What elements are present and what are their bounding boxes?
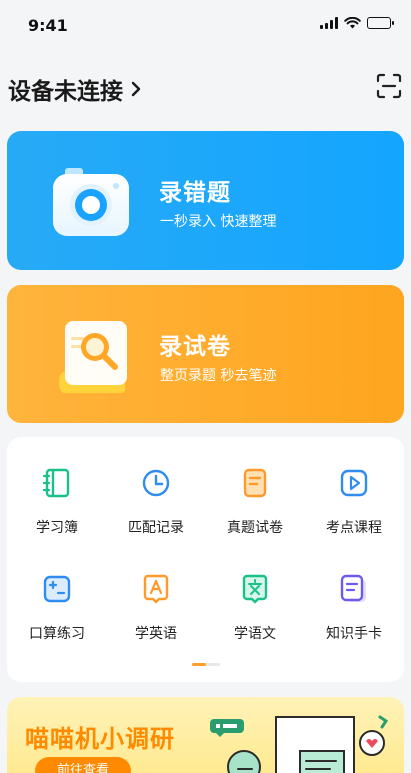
signal-icon bbox=[320, 17, 338, 29]
camera-icon bbox=[53, 168, 129, 236]
chevron-right-icon bbox=[131, 81, 141, 97]
grid-item-chinese[interactable]: 学语文 bbox=[210, 573, 300, 643]
calculator-icon bbox=[43, 575, 71, 603]
status-time: 9:41 bbox=[28, 16, 68, 35]
survey-banner[interactable]: 喵喵机小调研 前往查看 bbox=[7, 697, 404, 773]
grid-item-flashcards[interactable]: 知识手卡 bbox=[309, 573, 399, 643]
grid-item-english[interactable]: 学英语 bbox=[111, 573, 201, 643]
banner-cta-button[interactable]: 前往查看 bbox=[35, 757, 131, 773]
card-title: 录试卷 bbox=[159, 334, 231, 360]
grid-label: 口算练习 bbox=[29, 626, 85, 642]
english-icon bbox=[143, 574, 169, 604]
scan-icon[interactable] bbox=[375, 72, 403, 100]
grid-item-study-book[interactable]: 学习簿 bbox=[12, 467, 102, 537]
card-subtitle: 整页录题 秒去笔迹 bbox=[160, 368, 277, 384]
grid-item-mental-math[interactable]: 口算练习 bbox=[12, 573, 102, 643]
device-status-link[interactable]: 设备未连接 bbox=[8, 72, 143, 106]
grid-label: 知识手卡 bbox=[326, 626, 382, 642]
grid-label: 考点课程 bbox=[326, 520, 382, 536]
paper-icon bbox=[243, 468, 267, 498]
page-indicator-active bbox=[192, 663, 206, 666]
status-bar: 9:41 bbox=[0, 0, 411, 50]
clock-icon bbox=[142, 469, 170, 497]
flashcard-icon bbox=[340, 574, 366, 602]
banner-title: 喵喵机小调研 bbox=[25, 725, 175, 753]
record-paper-card[interactable]: 录试卷 整页录题 秒去笔迹 bbox=[7, 285, 404, 423]
grid-item-past-papers[interactable]: 真题试卷 bbox=[210, 467, 300, 537]
grid-label: 学英语 bbox=[135, 626, 177, 642]
survey-illustration bbox=[210, 715, 389, 773]
wifi-icon bbox=[344, 17, 361, 29]
function-grid: 学习簿 匹配记录 真题试卷 考点课程 口算练习 学英语 学语文 知识手卡 bbox=[7, 437, 404, 682]
grid-item-courses[interactable]: 考点课程 bbox=[309, 467, 399, 537]
device-status-text: 设备未连接 bbox=[8, 79, 123, 105]
grid-item-match-records[interactable]: 匹配记录 bbox=[111, 467, 201, 537]
header: 设备未连接 bbox=[8, 68, 403, 106]
card-subtitle: 一秒录入 快速整理 bbox=[160, 214, 277, 230]
play-icon bbox=[340, 469, 368, 497]
chinese-icon bbox=[242, 574, 268, 604]
grid-label: 学语文 bbox=[234, 626, 276, 642]
page-indicator bbox=[192, 663, 220, 666]
status-icons bbox=[320, 17, 394, 29]
record-mistakes-card[interactable]: 录错题 一秒录入 快速整理 bbox=[7, 131, 404, 270]
card-title: 录错题 bbox=[159, 180, 231, 206]
document-search-icon bbox=[59, 321, 127, 393]
notebook-icon bbox=[42, 468, 70, 498]
grid-label: 真题试卷 bbox=[227, 520, 283, 536]
grid-label: 学习簿 bbox=[36, 520, 78, 536]
grid-label: 匹配记录 bbox=[128, 520, 184, 536]
battery-icon bbox=[367, 17, 394, 29]
